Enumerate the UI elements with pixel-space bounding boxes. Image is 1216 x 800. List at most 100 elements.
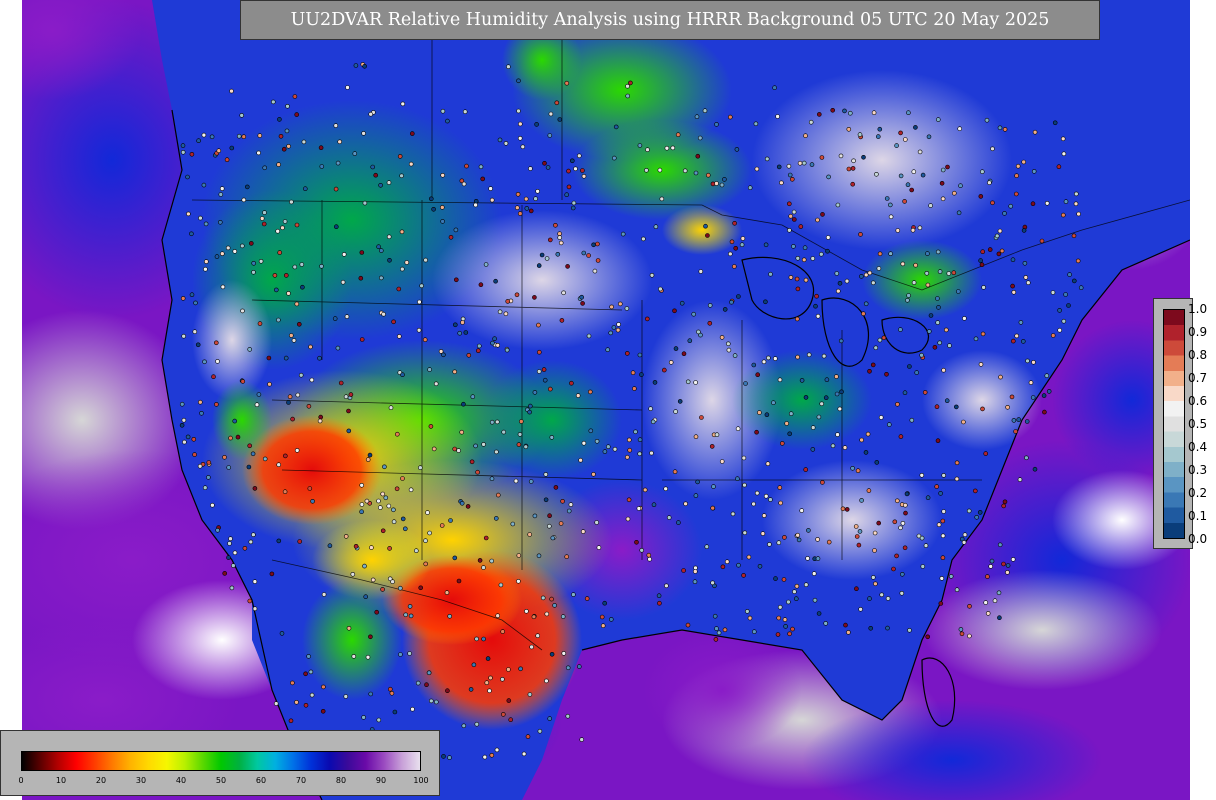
station-marker (229, 88, 234, 94)
station-marker (871, 110, 877, 115)
station-marker (761, 359, 767, 365)
station-marker (516, 78, 521, 84)
station-marker (254, 402, 260, 408)
station-marker (987, 247, 993, 252)
station-marker (1050, 333, 1056, 338)
station-marker (764, 412, 770, 418)
station-marker (1075, 258, 1081, 264)
station-marker (532, 390, 538, 395)
station-marker (204, 259, 209, 264)
station-marker (825, 248, 830, 254)
station-marker (214, 340, 219, 346)
station-marker (813, 303, 818, 309)
station-marker (431, 207, 436, 212)
station-marker (476, 343, 482, 349)
station-marker (211, 374, 216, 380)
station-marker (229, 145, 235, 151)
station-marker (553, 223, 558, 228)
station-marker (568, 502, 574, 507)
station-marker (514, 205, 520, 210)
station-marker (391, 519, 397, 525)
station-marker (536, 263, 542, 268)
station-marker (973, 336, 979, 342)
station-marker (433, 381, 439, 387)
station-marker (1015, 163, 1021, 169)
station-marker (579, 294, 585, 300)
station-marker (359, 250, 365, 255)
station-marker (989, 558, 995, 564)
station-marker (226, 555, 231, 560)
station-marker (675, 132, 681, 137)
station-marker (983, 600, 989, 605)
station-marker (626, 497, 632, 503)
station-marker (319, 263, 324, 269)
station-marker (474, 636, 479, 642)
station-marker (473, 199, 479, 204)
station-marker (503, 141, 509, 146)
station-marker (839, 389, 844, 395)
station-marker (576, 153, 582, 159)
station-marker (814, 293, 819, 299)
station-marker (803, 582, 809, 588)
station-marker (840, 506, 846, 512)
station-marker (1041, 393, 1047, 398)
station-marker (941, 473, 947, 478)
rh-tick: 30 (135, 776, 147, 785)
station-marker (1042, 409, 1047, 415)
station-marker (308, 344, 313, 350)
rh-tick: 0 (18, 776, 24, 785)
station-marker (290, 680, 295, 686)
station-marker (875, 134, 881, 139)
station-marker (292, 94, 298, 99)
station-marker (683, 501, 688, 507)
station-marker (532, 513, 538, 519)
station-marker (787, 172, 793, 178)
station-marker (815, 217, 820, 223)
station-marker (369, 545, 374, 550)
station-marker (399, 266, 405, 272)
station-marker (462, 109, 468, 114)
station-marker (613, 124, 619, 130)
station-marker (508, 717, 514, 723)
station-marker (799, 378, 805, 383)
station-marker (939, 181, 945, 186)
station-marker (997, 125, 1003, 131)
station-marker (977, 510, 983, 515)
station-marker (488, 186, 493, 191)
station-marker (350, 571, 356, 577)
station-marker (250, 451, 256, 457)
station-marker (726, 347, 732, 353)
station-marker (1072, 278, 1077, 284)
station-marker (303, 671, 308, 677)
station-marker (317, 355, 322, 361)
station-marker (423, 257, 428, 263)
station-marker (818, 251, 824, 257)
obs-tick: 0.9 (1188, 325, 1208, 339)
station-marker (755, 372, 761, 378)
station-marker (763, 493, 769, 499)
station-marker (710, 505, 716, 511)
station-marker (517, 432, 523, 437)
station-marker (891, 566, 896, 572)
station-marker (934, 484, 940, 489)
station-marker (692, 579, 698, 585)
station-marker (424, 682, 429, 688)
station-marker (867, 596, 872, 601)
station-marker (1067, 272, 1072, 277)
station-marker (407, 651, 412, 656)
station-marker (625, 93, 631, 99)
station-marker (962, 532, 968, 538)
station-marker (394, 431, 400, 437)
station-marker (282, 453, 288, 459)
station-marker (1050, 290, 1056, 295)
station-marker (581, 250, 587, 256)
station-marker (863, 450, 869, 455)
station-marker (858, 606, 863, 612)
station-marker (1061, 318, 1067, 324)
station-marker (898, 130, 903, 136)
station-marker (863, 301, 869, 307)
station-marker (611, 325, 617, 330)
station-marker (332, 316, 338, 321)
station-marker (846, 166, 852, 172)
station-marker (994, 233, 1000, 239)
